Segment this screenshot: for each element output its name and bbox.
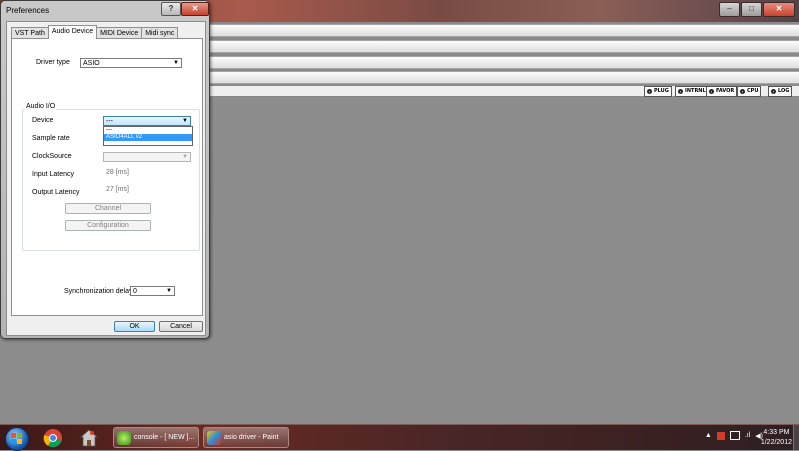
tab-strip: VST Path Audio Device MIDI Device Midi s…	[11, 25, 179, 39]
cpu-label: CPU	[747, 88, 759, 94]
network-signal-icon[interactable]: .ıl	[745, 432, 750, 439]
ok-button[interactable]: OK	[114, 321, 155, 332]
toolbar-row-4	[210, 71, 799, 84]
device-value: ---	[106, 118, 113, 125]
dialog-body: VST Path Audio Device MIDI Device Midi s…	[6, 21, 206, 336]
sync-delay-label: Synchronization delay	[64, 288, 133, 295]
taskbar-console-button[interactable]: console - [ NEW ]...	[113, 427, 199, 448]
toolbar-row-1	[210, 24, 799, 37]
help-button[interactable]: ?	[161, 2, 181, 16]
intrnl-label: INTRNL	[685, 88, 706, 94]
sync-delay-select[interactable]: 0 ▼	[130, 286, 175, 296]
device-dropdown-list: --- ASIO4ALL v2	[103, 126, 193, 146]
start-button[interactable]	[5, 427, 29, 451]
sync-delay-value: 0	[133, 288, 137, 295]
taskbar-paint-button[interactable]: asio driver - Paint	[203, 427, 289, 448]
maximize-button[interactable]: □	[741, 2, 762, 17]
window-controls: – □ ✕	[719, 2, 795, 17]
input-latency-value: 28 [ms]	[106, 169, 129, 176]
rack-strip: › PLUG › INTRNL › FAVOR › CPU › LOG	[210, 86, 799, 97]
toolbar-row-2	[210, 40, 799, 53]
chevron-down-icon: ▼	[173, 60, 179, 66]
chrome-icon[interactable]	[43, 428, 63, 448]
plug-button[interactable]: › PLUG	[644, 86, 672, 97]
cancel-button[interactable]: Cancel	[159, 321, 203, 332]
favor-label: FAVOR	[716, 88, 735, 94]
arrow-icon: ›	[678, 89, 683, 94]
arrow-icon: ›	[740, 89, 745, 94]
action-center-flag-icon[interactable]	[716, 431, 725, 440]
driver-type-select[interactable]: ASIO ▼	[80, 58, 182, 68]
dialog-title: Preferences	[6, 6, 50, 15]
audio-device-panel: Driver type ASIO ▼ Audio I/O Device --- …	[11, 38, 203, 316]
minimize-button[interactable]: –	[719, 2, 740, 17]
channel-button[interactable]: Channel	[65, 203, 151, 214]
driver-type-label: Driver type	[36, 59, 70, 66]
toolbar-row-3	[210, 56, 799, 69]
clock-date: 1/22/2012	[760, 439, 792, 446]
system-clock[interactable]: 4:33 PM 1/22/2012	[761, 428, 792, 448]
output-latency-value: 27 [ms]	[106, 186, 129, 193]
tab-audio-device[interactable]: Audio Device	[47, 25, 98, 39]
arrow-icon: ›	[709, 89, 714, 94]
device-option-asio4all[interactable]: ASIO4ALL v2	[104, 134, 192, 141]
clock-time: 4:33 PM	[763, 429, 790, 436]
console-app-icon	[117, 430, 131, 445]
output-latency-label: Output Latency	[32, 189, 80, 196]
preferences-dialog: Preferences ? ✕ VST Path Audio Device MI…	[0, 0, 210, 339]
taskbar: console - [ NEW ]... asio driver - Paint…	[0, 424, 799, 451]
plug-label: PLUG	[654, 88, 669, 94]
sample-rate-label: Sample rate	[32, 135, 70, 142]
chevron-down-icon: ▼	[182, 118, 188, 124]
cpu-button[interactable]: › CPU	[737, 86, 762, 97]
driver-type-value: ASIO	[83, 60, 100, 67]
favor-button[interactable]: › FAVOR	[706, 86, 738, 97]
home-app-icon[interactable]	[79, 428, 99, 448]
close-button[interactable]: ✕	[763, 2, 795, 17]
chevron-down-icon: ▼	[182, 154, 188, 160]
arrow-icon: ›	[647, 89, 652, 94]
audio-io-title: Audio I/O	[25, 103, 57, 110]
clock-source-label: ClockSource	[32, 153, 72, 160]
clock-source-select[interactable]: ▼	[103, 152, 191, 162]
log-label: LOG	[778, 88, 790, 94]
monitor-icon[interactable]	[729, 431, 740, 440]
chevron-down-icon: ▼	[166, 288, 172, 294]
windows-logo-icon	[11, 433, 22, 444]
dialog-close-button[interactable]: ✕	[181, 2, 209, 16]
input-latency-label: Input Latency	[32, 171, 75, 178]
show-desktop-button[interactable]	[793, 425, 799, 450]
arrow-icon: ›	[771, 89, 776, 94]
intrnl-button[interactable]: › INTRNL	[675, 86, 709, 97]
paint-icon	[207, 430, 221, 445]
device-label: Device	[32, 117, 54, 124]
show-hidden-icons-icon[interactable]: ▲	[705, 432, 712, 439]
system-tray: ▲ .ıl ◀)	[705, 431, 763, 440]
device-option-none[interactable]: ---	[104, 127, 192, 134]
configuration-button[interactable]: Configuration	[65, 220, 151, 231]
taskbar-paint-label: asio driver - Paint	[224, 434, 279, 441]
device-select[interactable]: --- ▼	[103, 116, 191, 126]
taskbar-console-label: console - [ NEW ]...	[134, 434, 195, 441]
log-button[interactable]: › LOG	[768, 86, 793, 97]
